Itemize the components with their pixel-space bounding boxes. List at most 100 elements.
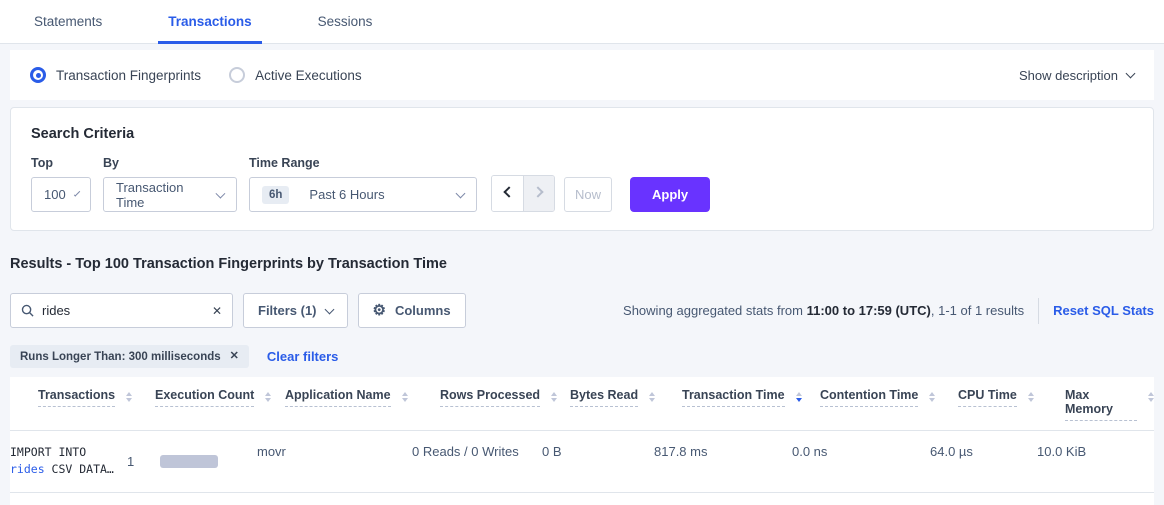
- radio-label: Active Executions: [255, 68, 362, 83]
- filter-chip-label: Runs Longer Than: 300 milliseconds: [20, 351, 221, 363]
- column-header-rows-processed[interactable]: Rows Processed: [440, 388, 570, 430]
- aggregated-stats-text: Showing aggregated stats from 11:00 to 1…: [623, 303, 1024, 318]
- sort-icon[interactable]: [1148, 392, 1154, 402]
- column-header-label: Execution Count: [155, 388, 254, 407]
- remove-filter-icon[interactable]: ✕: [230, 351, 239, 362]
- chevron-down-icon: [1126, 69, 1136, 79]
- chevron-down-icon: [324, 304, 334, 314]
- radio-unselected-icon: [229, 67, 245, 83]
- apply-button[interactable]: Apply: [630, 177, 710, 212]
- results-title: Results - Top 100 Transaction Fingerprin…: [10, 256, 1154, 272]
- radio-active-executions[interactable]: Active Executions: [229, 67, 362, 83]
- by-label: By: [103, 156, 237, 170]
- active-filters-row: Runs Longer Than: 300 milliseconds ✕ Cle…: [10, 345, 1154, 368]
- column-header-bytes-read[interactable]: Bytes Read: [570, 388, 682, 430]
- column-header-label: Contention Time: [820, 388, 918, 407]
- contention-time-cell: 0.0 ns: [792, 444, 930, 478]
- time-range-field: Time Range 6h Past 6 Hours: [249, 156, 477, 212]
- sort-icon[interactable]: [126, 392, 132, 402]
- divider: [1038, 298, 1039, 324]
- column-header-label: Bytes Read: [570, 388, 638, 407]
- radio-selected-icon: [30, 67, 46, 83]
- sort-icon[interactable]: [551, 392, 557, 402]
- radio-transaction-fingerprints[interactable]: Transaction Fingerprints: [30, 67, 201, 83]
- execution-count-value: 1: [127, 454, 134, 469]
- clear-filters-link[interactable]: Clear filters: [267, 349, 339, 364]
- gear-icon: ⚙: [373, 303, 386, 318]
- show-description-toggle[interactable]: Show description: [1019, 68, 1134, 83]
- rows-processed-cell: 0 Reads / 0 Writes: [412, 444, 542, 478]
- column-header-max-memory[interactable]: Max Memory: [1065, 388, 1154, 430]
- sql-text: IMPORT INTO: [10, 445, 86, 459]
- top-select-value: 100: [44, 187, 66, 202]
- search-box: ✕: [10, 293, 233, 328]
- stats-range: 11:00 to 17:59 (UTC): [807, 303, 931, 318]
- column-header-label: Rows Processed: [440, 388, 540, 407]
- view-toggle-card: Transaction Fingerprints Active Executio…: [10, 50, 1154, 100]
- time-range-select[interactable]: 6h Past 6 Hours: [249, 177, 477, 212]
- table-row: IMPORT INTO rides CSV DATA… 1 movr 0 Rea…: [10, 431, 1154, 493]
- next-time-button[interactable]: [523, 176, 554, 211]
- column-header-contention-time[interactable]: Contention Time: [820, 388, 958, 430]
- time-range-badge: 6h: [262, 186, 289, 204]
- column-header-label: Application Name: [285, 388, 391, 407]
- sort-icon[interactable]: [402, 392, 408, 402]
- stats-suffix: , 1-1 of 1 results: [931, 303, 1024, 318]
- search-criteria-form: Top 100 By Transaction Time Time Range 6…: [31, 156, 1133, 212]
- bytes-read-cell: 0 B: [542, 444, 654, 478]
- max-memory-cell: 10.0 KiB: [1037, 444, 1126, 478]
- search-icon: [21, 304, 34, 317]
- previous-time-button[interactable]: [492, 176, 523, 211]
- show-description-label: Show description: [1019, 68, 1118, 83]
- chevron-down-icon: [456, 188, 466, 198]
- column-header-transaction-time[interactable]: Transaction Time: [682, 388, 820, 430]
- results-table: Transactions Execution Count Application…: [10, 377, 1154, 505]
- sort-icon[interactable]: [649, 392, 655, 402]
- execution-count-bar: [160, 455, 218, 468]
- filters-button[interactable]: Filters (1): [243, 293, 348, 328]
- cpu-time-value: 64.0 µs: [930, 444, 1027, 459]
- tab-statements[interactable]: Statements: [24, 0, 112, 43]
- search-criteria-title: Search Criteria: [31, 126, 1133, 142]
- top-field: Top 100: [31, 156, 91, 212]
- view-toggle-group: Transaction Fingerprints Active Executio…: [30, 67, 362, 83]
- sort-icon[interactable]: [929, 392, 935, 402]
- columns-button[interactable]: ⚙ Columns: [358, 293, 466, 328]
- chevron-right-icon: [532, 186, 543, 197]
- search-criteria-card: Search Criteria Top 100 By Transaction T…: [10, 107, 1154, 231]
- top-select[interactable]: 100: [31, 177, 91, 212]
- by-field: By Transaction Time: [103, 156, 237, 212]
- chevron-left-icon: [503, 186, 514, 197]
- stats-prefix: Showing aggregated stats from: [623, 303, 807, 318]
- column-header-application-name[interactable]: Application Name: [285, 388, 440, 430]
- sql-table-name: rides: [10, 462, 45, 476]
- tab-transactions[interactable]: Transactions: [158, 0, 261, 43]
- search-input[interactable]: [42, 303, 204, 318]
- reset-sql-stats-link[interactable]: Reset SQL Stats: [1053, 303, 1154, 318]
- max-memory-value: 10.0 KiB: [1037, 444, 1116, 459]
- column-header-transactions[interactable]: Transactions: [38, 388, 155, 430]
- now-button[interactable]: Now: [564, 177, 612, 212]
- radio-label: Transaction Fingerprints: [56, 68, 201, 83]
- tab-sessions[interactable]: Sessions: [308, 0, 383, 43]
- execution-count-cell: 1: [127, 444, 257, 478]
- top-label: Top: [31, 156, 91, 170]
- sort-icon[interactable]: [265, 392, 271, 402]
- columns-button-label: Columns: [395, 303, 451, 318]
- column-header-label: Transactions: [38, 388, 115, 407]
- column-header-label: Max Memory: [1065, 388, 1137, 421]
- column-header-execution-count[interactable]: Execution Count: [155, 388, 285, 430]
- by-select-value: Transaction Time: [116, 180, 207, 210]
- sort-icon[interactable]: [1028, 392, 1034, 402]
- application-name-cell: movr: [257, 444, 412, 478]
- time-range-value: Past 6 Hours: [309, 187, 447, 202]
- transaction-time-value: 817.8 ms: [654, 444, 782, 459]
- column-header-cpu-time[interactable]: CPU Time: [958, 388, 1065, 430]
- cpu-time-cell: 64.0 µs: [930, 444, 1037, 478]
- sort-desc-icon[interactable]: [796, 392, 802, 402]
- clear-search-icon[interactable]: ✕: [212, 305, 222, 317]
- chevron-down-icon: [216, 188, 226, 198]
- column-header-label: Transaction Time: [682, 388, 785, 407]
- by-select[interactable]: Transaction Time: [103, 177, 237, 212]
- transaction-fingerprint-link[interactable]: IMPORT INTO rides CSV DATA…: [10, 444, 127, 478]
